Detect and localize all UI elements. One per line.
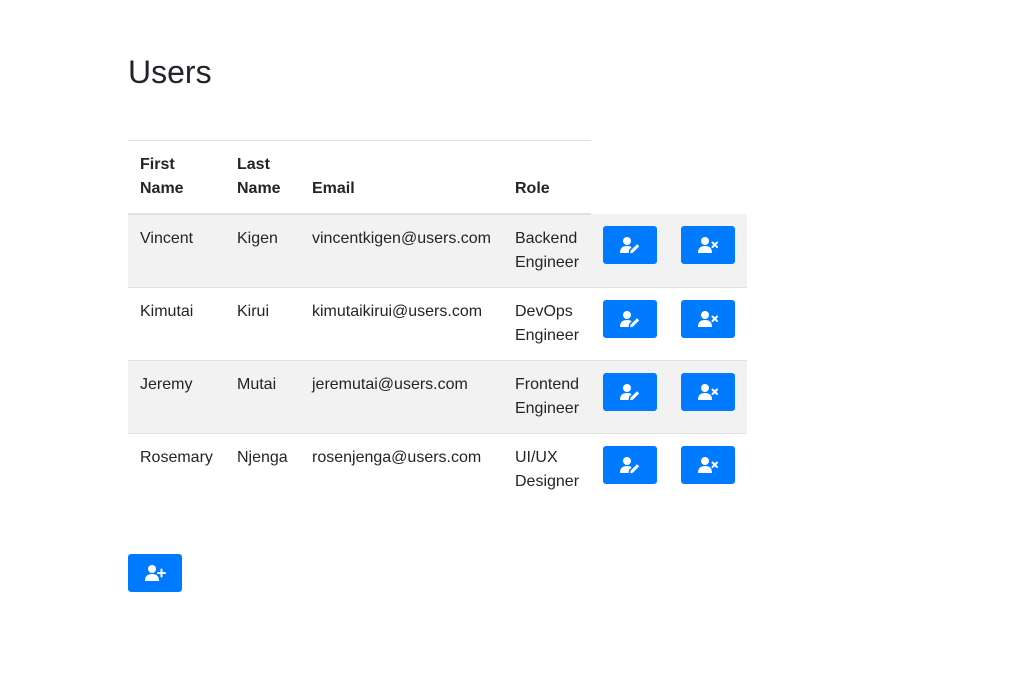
header-delete-column: [669, 141, 747, 215]
add-user-button[interactable]: [128, 554, 182, 592]
cell-email: jeremutai@users.com: [300, 360, 503, 434]
user-remove-icon: [698, 384, 719, 400]
header-last-name: Last Name: [225, 140, 300, 215]
cell-last-name: Mutai: [225, 360, 300, 434]
edit-user-button[interactable]: [603, 226, 658, 264]
table-header-row: First Name Last Name Email Role: [128, 140, 747, 215]
edit-user-button[interactable]: [603, 373, 658, 411]
user-plus-icon: [145, 565, 166, 581]
cell-last-name: Kigen: [225, 214, 300, 288]
table-row: Rosemary Njenga rosenjenga@users.com UI/…: [128, 433, 748, 506]
edit-user-button[interactable]: [603, 446, 658, 484]
user-edit-icon: [620, 457, 640, 474]
cell-delete: [669, 214, 748, 288]
cell-edit: [591, 360, 670, 434]
table-row: Jeremy Mutai jeremutai@users.com Fronten…: [128, 360, 748, 434]
cell-first-name: Rosemary: [128, 433, 225, 506]
cell-delete: [669, 287, 748, 361]
cell-email: vincentkigen@users.com: [300, 214, 503, 288]
delete-user-button[interactable]: [681, 226, 736, 264]
user-edit-icon: [620, 311, 640, 328]
cell-role: Frontend Engineer: [502, 360, 592, 434]
cell-edit: [591, 214, 670, 288]
cell-last-name: Njenga: [225, 433, 300, 506]
header-email: Email: [300, 140, 503, 215]
cell-role: Backend Engineer: [502, 214, 592, 288]
users-page: Users First Name Last Name Email Role Vi…: [0, 0, 1014, 685]
table-row: Vincent Kigen vincentkigen@users.com Bac…: [128, 214, 748, 288]
cell-first-name: Kimutai: [128, 287, 225, 361]
cell-delete: [669, 360, 748, 434]
cell-first-name: Vincent: [128, 214, 225, 288]
header-first-name: First Name: [128, 140, 225, 215]
cell-role: DevOps Engineer: [502, 287, 592, 361]
cell-edit: [591, 287, 670, 361]
delete-user-button[interactable]: [681, 446, 736, 484]
delete-user-button[interactable]: [681, 300, 736, 338]
user-remove-icon: [698, 457, 719, 473]
user-edit-icon: [620, 384, 640, 401]
cell-last-name: Kirui: [225, 287, 300, 361]
table-row: Kimutai Kirui kimutaikirui@users.com Dev…: [128, 287, 748, 361]
cell-email: rosenjenga@users.com: [300, 433, 503, 506]
cell-delete: [669, 433, 748, 506]
page-title: Users: [128, 54, 212, 90]
edit-user-button[interactable]: [603, 300, 658, 338]
delete-user-button[interactable]: [681, 373, 736, 411]
header-edit-column: [591, 141, 669, 215]
cell-first-name: Jeremy: [128, 360, 225, 434]
cell-edit: [591, 433, 670, 506]
header-role: Role: [502, 140, 592, 215]
user-edit-icon: [620, 237, 640, 254]
user-remove-icon: [698, 311, 719, 327]
user-remove-icon: [698, 237, 719, 253]
cell-email: kimutaikirui@users.com: [300, 287, 503, 361]
users-table: First Name Last Name Email Role Vincent …: [128, 140, 748, 506]
cell-role: UI/UX Designer: [502, 433, 592, 506]
